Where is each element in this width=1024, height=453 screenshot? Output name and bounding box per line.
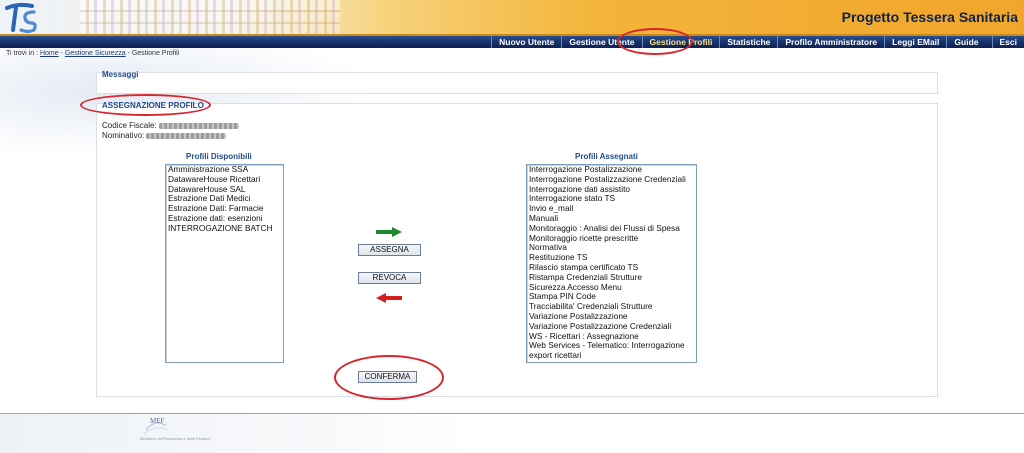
list-item[interactable]: export ricettari	[527, 350, 696, 361]
header-banner: Progetto Tessera Sanitaria	[0, 0, 1024, 36]
pharmacy-shelves-image	[80, 0, 340, 36]
nav-item-gestione-profili[interactable]: Gestione Profili	[641, 36, 720, 48]
breadcrumb-gestione-sicurezza-link[interactable]: Gestione Sicurezza	[65, 50, 126, 57]
page: Progetto Tessera Sanitaria Nuovo Utente …	[0, 0, 1024, 453]
assegna-button[interactable]: ASSEGNA	[358, 244, 421, 256]
nominativo-row: Nominativo:	[102, 131, 227, 140]
nav-item-esci[interactable]: Esci	[991, 36, 1024, 48]
nominativo-redacted	[146, 132, 227, 139]
list-item[interactable]: INTERROGAZIONE BATCH	[166, 223, 283, 234]
conferma-button[interactable]: CONFERMA	[358, 371, 417, 383]
nav-item-gestione-utente[interactable]: Gestione Utente	[561, 36, 641, 48]
revoca-button[interactable]: REVOCA	[358, 272, 421, 284]
app-title: Progetto Tessera Sanitaria	[841, 9, 1018, 25]
codice-fiscale-label: Codice Fiscale:	[102, 121, 157, 130]
arrow-left-icon	[376, 293, 402, 303]
nav-item-statistiche[interactable]: Statistiche	[719, 36, 777, 48]
footer-band	[0, 414, 470, 453]
available-profiles-list[interactable]: Amministrazione SSA DatawareHouse Ricett…	[165, 164, 284, 363]
breadcrumb: Ti trovi in : Home - Gestione Sicurezza …	[6, 50, 179, 57]
codice-fiscale-row: Codice Fiscale:	[102, 121, 239, 130]
assigned-profiles-label: Profili Assegnati	[575, 152, 638, 161]
codice-fiscale-redacted	[158, 122, 239, 129]
nav-item-nuovo-utente[interactable]: Nuovo Utente	[491, 36, 561, 48]
messages-title: Messaggi	[102, 70, 139, 79]
nav-item-leggi-email[interactable]: Leggi EMail	[884, 36, 946, 48]
messages-panel	[96, 72, 938, 94]
breadcrumb-home-link[interactable]: Home	[40, 50, 59, 57]
main-nav: Nuovo Utente Gestione Utente Gestione Pr…	[491, 36, 1024, 48]
breadcrumb-prefix: Ti trovi in :	[6, 50, 40, 57]
assign-profile-title: ASSEGNAZIONE PROFILO	[102, 101, 204, 110]
breadcrumb-current: Gestione Profili	[131, 50, 180, 57]
nav-item-profilo-amministratore[interactable]: Profilo Amministratore	[777, 36, 884, 48]
arrow-right-icon	[376, 227, 402, 237]
nominativo-label: Nominativo:	[102, 131, 145, 140]
assigned-profiles-list[interactable]: Interrogazione Postalizzazione Interroga…	[526, 164, 697, 363]
ts-logo	[5, 2, 37, 34]
mef-subtitle: Ministero dell'Economia e delle Finanze	[140, 436, 211, 441]
mef-logo-text: MEF	[150, 417, 165, 425]
available-profiles-label: Profili Disponibili	[186, 152, 252, 161]
nav-item-guide[interactable]: Guide	[946, 36, 985, 48]
